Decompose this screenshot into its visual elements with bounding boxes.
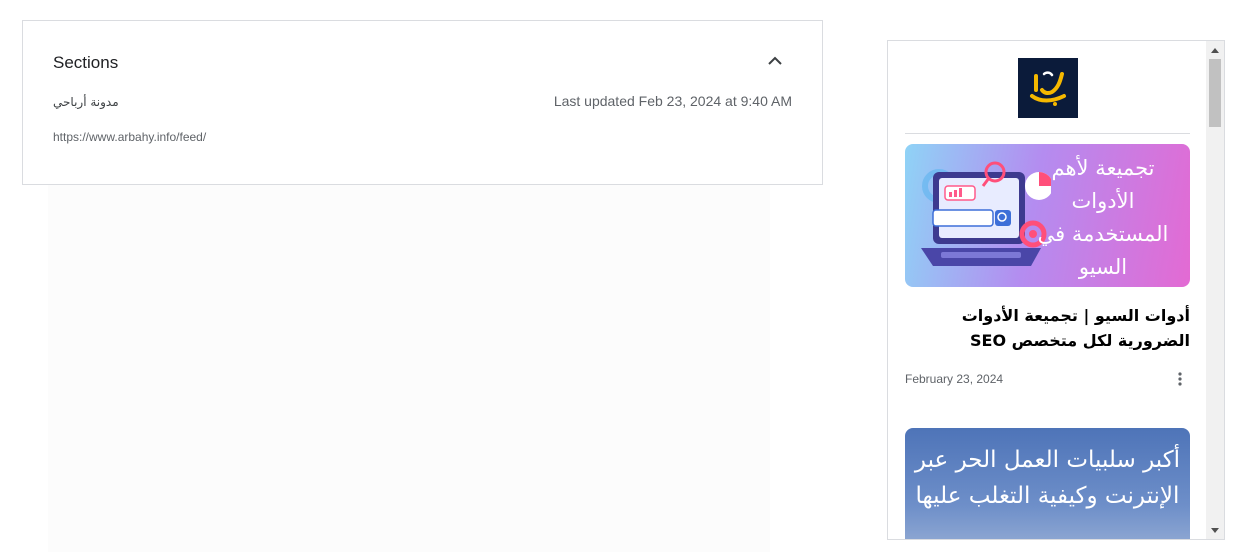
scroll-down-button[interactable] [1206,523,1224,537]
article-title[interactable]: أدوات السيو | تجميعة الأدوات الضرورية لك… [905,303,1190,353]
sections-card: Sections مدونة أرباحي Last updated Feb 2… [22,20,823,185]
collapse-button[interactable] [763,49,787,73]
feed-name: مدونة أرباحي [53,95,119,109]
scroll-thumb[interactable] [1209,59,1221,127]
feed-url[interactable]: https://www.arbahy.info/feed/ [53,130,206,144]
article-thumbnail[interactable]: تجميعة لأهم الأدوات المستخدمة في السيو [905,144,1190,287]
triangle-up-icon [1211,47,1219,53]
more-options-button[interactable] [1170,369,1190,389]
preview-scrollbar[interactable] [1206,41,1224,539]
article-date: February 23, 2024 [905,372,1004,386]
thumbnail-caption-2: أكبر سلبيات العمل الحر عبر الإنترنت وكيف… [914,447,1181,509]
thumbnail-caption: تجميعة لأهم الأدوات المستخدمة في السيو [1037,156,1169,279]
article-thumbnail-2[interactable]: أكبر سلبيات العمل الحر عبر الإنترنت وكيف… [905,428,1190,539]
triangle-down-icon [1211,527,1219,533]
feed-preview: تجميعة لأهم الأدوات المستخدمة في السيو أ… [887,40,1225,540]
scroll-up-button[interactable] [1206,43,1224,57]
chevron-up-icon [768,56,782,65]
sections-title: Sections [53,53,119,72]
preview-divider [905,133,1190,134]
site-logo [1018,58,1078,118]
last-updated: Last updated Feb 23, 2024 at 9:40 AM [553,93,792,109]
more-vert-icon [1178,372,1182,386]
logo-mark [1030,71,1066,106]
